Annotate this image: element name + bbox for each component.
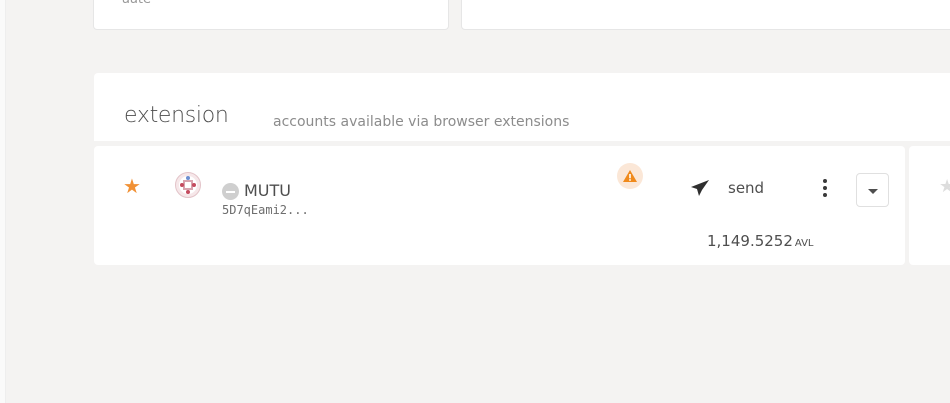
account-name[interactable]: MUTU: [244, 181, 291, 200]
section-subtitle: accounts available via browser extension…: [273, 114, 570, 130]
section-title: extension: [124, 103, 229, 128]
account-address[interactable]: 5D7qEami2...: [222, 203, 309, 217]
minus-circle-icon: [222, 183, 239, 200]
top-card-right: [461, 0, 950, 30]
caret-down-icon[interactable]: [856, 173, 889, 207]
kebab-menu-icon[interactable]: [818, 177, 832, 199]
paper-plane-icon: [691, 180, 709, 196]
balance-value: 1,149.5252: [707, 232, 793, 250]
star-icon[interactable]: ★: [123, 176, 141, 196]
star-icon[interactable]: ★: [939, 178, 950, 196]
send-label: send: [728, 179, 765, 197]
balance-unit: AVL: [794, 238, 814, 249]
left-edge-panel: [0, 0, 6, 403]
account-row-extra-column: [909, 146, 950, 265]
warning-icon: [617, 163, 643, 189]
send-button[interactable]: send: [690, 176, 764, 200]
account-balance: 1,149.5252 AVL: [707, 232, 814, 250]
top-card-left: aate: [93, 0, 449, 30]
top-card-clipped-text: aate: [122, 0, 151, 7]
identicon-icon[interactable]: [175, 172, 201, 198]
